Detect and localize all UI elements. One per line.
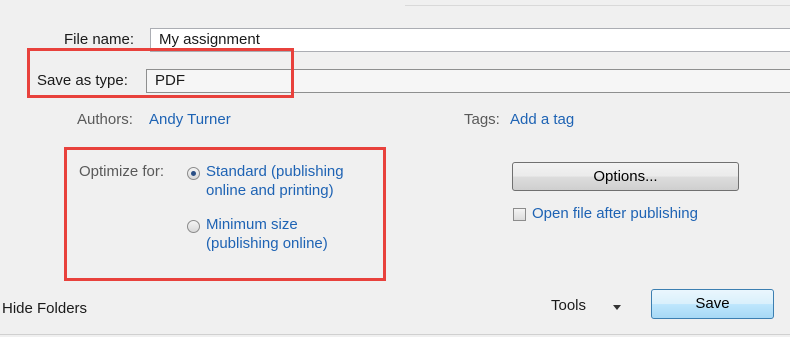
open-after-publishing-label[interactable]: Open file after publishing	[532, 205, 698, 222]
save-button[interactable]: Save	[651, 289, 774, 319]
tags-value[interactable]: Add a tag	[510, 111, 574, 128]
options-button[interactable]: Options...	[512, 162, 739, 191]
options-button-label: Options...	[593, 168, 658, 185]
save-dialog: File name: My assignment Save as type: P…	[0, 10, 790, 337]
open-after-publishing-checkbox[interactable]	[513, 208, 526, 221]
highlight-save-as-type	[27, 48, 294, 98]
authors-label: Authors:	[77, 111, 133, 128]
tags-label: Tags:	[464, 111, 500, 128]
top-trim	[405, 0, 790, 6]
hide-folders-button[interactable]: Hide Folders	[2, 300, 87, 317]
file-name-value: My assignment	[159, 31, 260, 48]
bottom-divider	[0, 334, 790, 335]
save-button-label: Save	[695, 295, 730, 312]
file-name-label: File name:	[64, 31, 135, 48]
tools-menu[interactable]: Tools	[551, 297, 586, 314]
highlight-optimize-for	[64, 147, 386, 281]
window-top-band	[0, 0, 790, 10]
chevron-down-icon[interactable]	[613, 305, 621, 310]
authors-value[interactable]: Andy Turner	[149, 111, 231, 128]
